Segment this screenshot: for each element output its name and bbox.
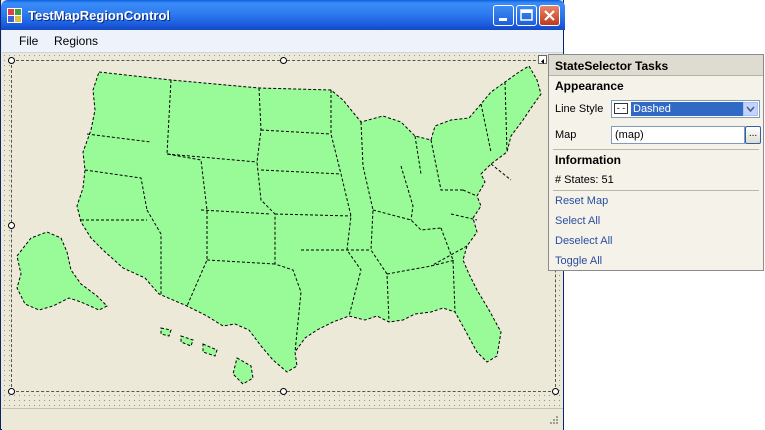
- close-icon: [544, 10, 555, 21]
- select-all-link[interactable]: Select All: [555, 215, 600, 227]
- states-count: # States: 51: [555, 174, 614, 186]
- menu-regions[interactable]: Regions: [54, 34, 98, 48]
- deselect-all-link[interactable]: Deselect All: [555, 235, 612, 247]
- us-map[interactable]: [11, 60, 556, 392]
- dropdown-button[interactable]: [743, 102, 758, 116]
- chevron-down-icon: [746, 106, 755, 113]
- close-button[interactable]: [539, 5, 560, 26]
- app-window: TestMapRegionControl File Regions: [0, 0, 565, 430]
- toggle-all-link[interactable]: Toggle All: [555, 255, 602, 267]
- resize-grip-icon[interactable]: [547, 415, 559, 427]
- window-title: TestMapRegionControl: [28, 8, 171, 23]
- alaska-region[interactable]: [16, 231, 108, 311]
- browse-map-button[interactable]: ...: [745, 126, 761, 144]
- hawaii-island-4[interactable]: [232, 357, 254, 385]
- smart-tag-button[interactable]: [538, 55, 547, 64]
- line-style-label: Line Style: [555, 103, 604, 115]
- smart-tag-arrow-icon: [541, 59, 544, 64]
- app-icon: [7, 8, 22, 23]
- information-heading: Information: [555, 153, 621, 167]
- tasks-panel: StateSelector Tasks Appearance Line Styl…: [548, 54, 764, 271]
- separator: [553, 149, 759, 150]
- reset-map-link[interactable]: Reset Map: [555, 195, 608, 207]
- minimize-icon: [499, 18, 507, 21]
- tasks-panel-header: StateSelector Tasks: [549, 55, 763, 76]
- title-bar[interactable]: TestMapRegionControl: [1, 0, 565, 30]
- maximize-icon: [520, 9, 533, 21]
- minimize-button[interactable]: [493, 5, 514, 26]
- appearance-heading: Appearance: [555, 79, 624, 93]
- line-style-dropdown[interactable]: - - Dashed: [611, 100, 760, 118]
- map-field[interactable]: (map): [611, 126, 745, 144]
- dash-swatch-icon: - -: [614, 103, 628, 114]
- menu-file[interactable]: File: [19, 34, 38, 48]
- tasks-panel-title: StateSelector Tasks: [555, 59, 669, 73]
- maximize-button[interactable]: [516, 5, 537, 26]
- separator: [553, 190, 759, 191]
- line-style-value: Dashed: [631, 102, 744, 116]
- hawaii-island-3[interactable]: [202, 343, 218, 357]
- hawaii-island-1[interactable]: [160, 327, 172, 337]
- map-label: Map: [555, 129, 577, 141]
- hawaii-island-2[interactable]: [180, 335, 194, 347]
- menu-bar: File Regions: [2, 30, 563, 53]
- status-bar: [2, 408, 563, 430]
